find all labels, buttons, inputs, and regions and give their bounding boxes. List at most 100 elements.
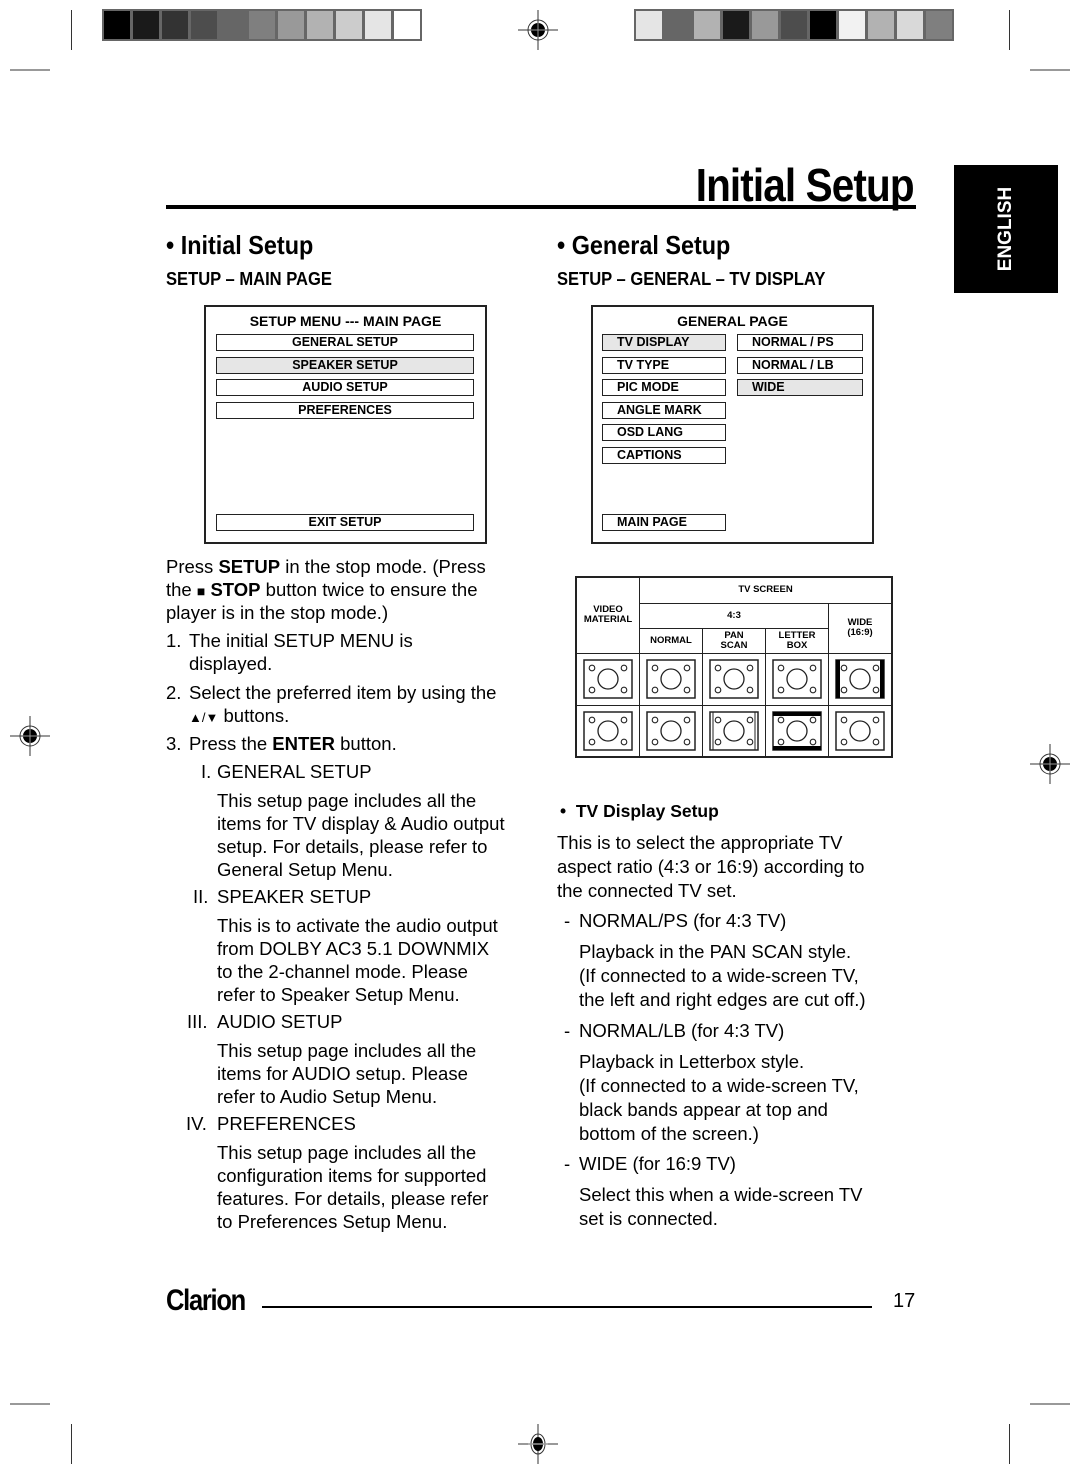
text: in the stop mode. (Press	[280, 556, 486, 577]
heading-text: TV Display Setup	[575, 801, 719, 821]
pan-scan-label: PAN SCAN	[720, 629, 748, 651]
color-swatch	[365, 11, 391, 39]
footer-rule	[262, 1306, 872, 1308]
tv-table-cell	[575, 704, 640, 758]
option-wide[interactable]: WIDE	[737, 379, 863, 396]
tv-table-row	[575, 704, 893, 758]
option-desc: Playback in the PAN SCAN style.	[579, 941, 852, 962]
section-title-general-setup: • General Setup	[557, 230, 731, 260]
menu-item-osd-lang[interactable]: OSD LANG	[602, 424, 726, 441]
color-swatch	[636, 11, 662, 39]
tv-display-setup-heading: • TV Display Setup	[560, 801, 719, 821]
option-normal-ps[interactable]: NORMAL / PS	[737, 334, 863, 351]
subitem-desc: This setup page includes all the	[217, 1142, 477, 1163]
color-swatch	[220, 11, 246, 39]
tv-screen-pillarbox-icon	[835, 659, 885, 699]
subitem-desc: items for AUDIO setup. Please	[217, 1063, 468, 1084]
text: Press	[166, 556, 219, 577]
subitem-desc: to Preferences Setup Menu.	[217, 1211, 448, 1232]
menu-item-speaker-setup[interactable]: SPEAKER SETUP	[216, 357, 474, 374]
option-normal-lb[interactable]: NORMAL / LB	[737, 357, 863, 374]
subitem-desc: configuration items for supported	[217, 1165, 487, 1186]
option-desc: Playback in Letterbox style.	[579, 1051, 805, 1072]
subitem-desc: General Setup Menu.	[217, 859, 393, 880]
text: button.	[335, 733, 397, 754]
color-swatch	[868, 11, 894, 39]
subitem-desc: features. For details, please refer	[217, 1188, 489, 1209]
crop-mark	[1030, 1403, 1070, 1405]
step-3-text: Press the ENTER button.	[189, 732, 397, 756]
menu-item-pic-mode[interactable]: PIC MODE	[602, 379, 726, 396]
enter-key: ENTER	[272, 733, 335, 754]
tv-screen-letterbox-icon	[772, 711, 822, 751]
menu-item-tv-type[interactable]: TV TYPE	[602, 357, 726, 374]
tv-display-intro: aspect ratio (4:3 or 16:9) according to	[557, 856, 865, 877]
crop-mark	[1009, 10, 1010, 50]
subitem-desc: items for TV display & Audio output	[217, 813, 505, 834]
menu-item-exit-setup[interactable]: EXIT SETUP	[216, 514, 474, 531]
tv-table-cell	[702, 704, 766, 758]
intro-line-1: Press SETUP in the stop mode. (Press	[166, 555, 486, 579]
color-swatch	[694, 11, 720, 39]
crop-mark	[10, 69, 50, 71]
intro-line-3: player is in the stop mode.)	[166, 602, 389, 623]
menu-item-audio-setup[interactable]: AUDIO SETUP	[216, 379, 474, 396]
color-swatch	[897, 11, 923, 39]
option-desc: (If connected to a wide-screen TV,	[579, 1075, 859, 1096]
menu-item-captions[interactable]: CAPTIONS	[602, 447, 726, 464]
menu-title: GENERAL PAGE	[677, 313, 788, 329]
color-swatch	[307, 11, 333, 39]
subitem-numeral: IV.	[186, 1113, 207, 1134]
menu-item-tv-display[interactable]: TV DISPLAY	[602, 334, 726, 351]
menu-item-general-setup[interactable]: GENERAL SETUP	[216, 334, 474, 351]
registration-mark-icon	[518, 1424, 558, 1464]
tv-table-cell	[639, 704, 703, 758]
text: buttons.	[218, 705, 290, 726]
color-swatch	[839, 11, 865, 39]
text: Press the	[189, 733, 273, 754]
tv-table-cell	[765, 704, 829, 758]
tv-screen-plain-icon	[772, 659, 822, 699]
setup-key: SETUP	[218, 556, 281, 577]
option-wide-label: WIDE (for 16:9 TV)	[579, 1153, 736, 1174]
color-swatch	[781, 11, 807, 39]
col-header-letter-box: LETTER BOX	[765, 627, 829, 654]
video-material-header: VIDEO MATERIAL	[575, 576, 640, 654]
color-swatch	[104, 11, 130, 39]
option-desc: Select this when a wide-screen TV	[579, 1184, 863, 1205]
subitem-desc: to the 2-channel mode. Please	[217, 961, 468, 982]
title-rule	[166, 205, 916, 209]
menu-item-main-page[interactable]: MAIN PAGE	[602, 514, 726, 531]
step-2-text: ▲/▼ buttons.	[189, 704, 289, 730]
tv-table-row	[575, 652, 893, 706]
subitem-desc: refer to Audio Setup Menu.	[217, 1086, 438, 1107]
section-subtitle-tv-display: SETUP – GENERAL – TV DISPLAY	[557, 269, 826, 289]
option-dash: -	[564, 1153, 571, 1174]
section-title-text: General Setup	[571, 230, 731, 260]
crop-mark	[1030, 69, 1070, 71]
tv-screen-header: TV SCREEN	[639, 576, 893, 604]
subitem-heading-speaker-setup: SPEAKER SETUP	[217, 886, 372, 907]
subitem-desc: This setup page includes all the	[217, 790, 477, 811]
page-title: Initial Setup	[696, 159, 915, 211]
step-2-number: 2.	[166, 682, 182, 703]
menu-item-angle-mark[interactable]: ANGLE MARK	[602, 402, 726, 419]
option-dash: -	[564, 1020, 571, 1041]
option-desc: bottom of the screen.)	[579, 1123, 759, 1144]
col-header-pan-scan: PAN SCAN	[702, 627, 766, 654]
color-swatch	[926, 11, 952, 39]
col-header-normal: NORMAL	[639, 627, 703, 654]
menu-item-preferences[interactable]: PREFERENCES	[216, 402, 474, 419]
section-title-text: Initial Setup	[180, 230, 314, 260]
option-normal-lb-label: NORMAL/LB (for 4:3 TV)	[579, 1020, 785, 1041]
tv-table-cell	[828, 652, 893, 706]
subitem-numeral: II.	[193, 886, 209, 907]
section-subtitle-main-page: SETUP – MAIN PAGE	[166, 269, 332, 289]
section-title-initial-setup: • Initial Setup	[166, 230, 314, 260]
color-swatch	[336, 11, 362, 39]
up-down-arrows-icon: ▲/▼	[189, 710, 219, 725]
tv-screen-plain-icon	[583, 711, 633, 751]
color-swatch	[723, 11, 749, 39]
tv-table-cell	[765, 652, 829, 706]
wide-169-header: WIDE (16:9)	[828, 602, 893, 654]
